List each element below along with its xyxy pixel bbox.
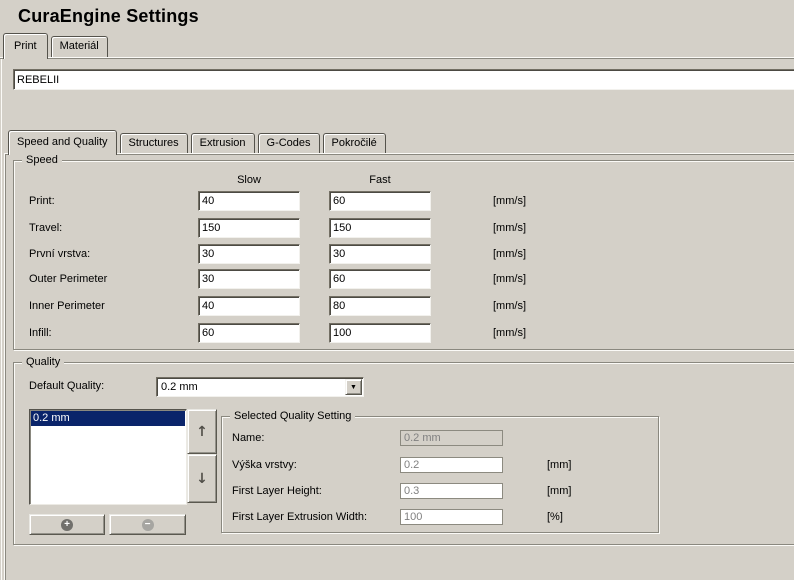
main-tabstrip-edge-shadow	[0, 58, 794, 59]
unit-label: [mm/s]	[493, 296, 526, 316]
move-down-button[interactable]: ↓	[187, 454, 217, 503]
speed-row-print: Print: [mm/s]	[14, 191, 794, 211]
row-label: First Layer Height:	[232, 483, 322, 500]
first-layer-height-input	[400, 483, 503, 499]
dropdown-glyph: ▼	[350, 384, 357, 391]
unit-label: [mm]	[547, 457, 571, 474]
sqs-row-first-layer-height: First Layer Height: [mm]	[222, 483, 658, 500]
combobox-value: 0.2 mm	[161, 378, 198, 396]
first-layer-extrusion-width-input	[400, 509, 503, 525]
row-label: Name:	[232, 430, 264, 447]
quality-groupbox: Quality Default Quality: 0.2 mm ▼ 0.2 mm…	[13, 362, 794, 545]
inner-perimeter-slow-input[interactable]	[198, 296, 300, 316]
speed-row-outer-perimeter: Outer Perimeter [mm/s]	[14, 269, 794, 289]
row-label: Travel:	[29, 218, 62, 238]
row-label: Outer Perimeter	[29, 269, 107, 289]
row-label: První vrstva:	[29, 244, 90, 264]
outer-perimeter-slow-input[interactable]	[198, 269, 300, 289]
add-quality-button[interactable]: +	[29, 514, 105, 535]
remove-quality-button[interactable]: −	[109, 514, 186, 535]
speed-groupbox: Speed Slow Fast Print: [mm/s] Travel: [m…	[13, 160, 794, 350]
main-pane-left-edge	[1, 59, 2, 580]
column-header-fast: Fast	[329, 174, 431, 186]
speed-row-inner-perimeter: Inner Perimeter [mm/s]	[14, 296, 794, 316]
minus-icon: −	[142, 519, 154, 531]
infill-slow-input[interactable]	[198, 323, 300, 343]
quality-name-input	[400, 430, 503, 446]
tab-print[interactable]: Print	[3, 33, 48, 59]
plus-icon: +	[61, 519, 73, 531]
unit-label: [mm/s]	[493, 244, 526, 264]
tab-speed-and-quality[interactable]: Speed and Quality	[8, 130, 117, 155]
unit-label: [mm/s]	[493, 218, 526, 238]
outer-perimeter-fast-input[interactable]	[329, 269, 431, 289]
speed-legend: Speed	[22, 154, 62, 167]
selected-quality-setting-groupbox: Selected Quality Setting Name: Výška vrs…	[221, 416, 659, 533]
speed-row-travel: Travel: [mm/s]	[14, 218, 794, 238]
sqs-row-layer-height: Výška vrstvy: [mm]	[222, 457, 658, 474]
print-fast-input[interactable]	[329, 191, 431, 211]
unit-label: [mm/s]	[493, 269, 526, 289]
unit-label: [%]	[547, 509, 563, 526]
row-label: Inner Perimeter	[29, 296, 105, 316]
list-item-quality[interactable]: 0.2 mm	[31, 411, 185, 426]
print-slow-input[interactable]	[198, 191, 300, 211]
inner-perimeter-fast-input[interactable]	[329, 296, 431, 316]
travel-slow-input[interactable]	[198, 218, 300, 238]
speed-row-first-layer: První vrstva: [mm/s]	[14, 244, 794, 264]
tab-extrusion[interactable]: Extrusion	[191, 133, 255, 153]
tab-gcodes[interactable]: G-Codes	[258, 133, 320, 153]
up-arrow-icon: ↑	[196, 424, 208, 440]
column-header-slow: Slow	[198, 174, 300, 186]
minus-glyph: −	[145, 519, 151, 530]
unit-label: [mm/s]	[493, 191, 526, 211]
default-quality-label: Default Quality:	[29, 380, 104, 392]
first-layer-fast-input[interactable]	[329, 244, 431, 264]
tab-material[interactable]: Materiál	[51, 36, 108, 57]
chevron-down-icon[interactable]: ▼	[345, 379, 362, 395]
row-label: Infill:	[29, 323, 52, 343]
down-arrow-icon: ↓	[196, 471, 208, 487]
printer-name-input[interactable]	[13, 69, 794, 90]
selected-quality-setting-legend: Selected Quality Setting	[230, 410, 355, 423]
row-label: Print:	[29, 191, 55, 211]
travel-fast-input[interactable]	[329, 218, 431, 238]
quality-listbox[interactable]: 0.2 mm	[29, 409, 187, 505]
sqs-row-name: Name:	[222, 430, 658, 447]
settings-tabstrip: Speed and Quality Structures Extrusion G…	[8, 130, 386, 155]
tab-structures[interactable]: Structures	[120, 133, 188, 153]
infill-fast-input[interactable]	[329, 323, 431, 343]
row-label: Výška vrstvy:	[232, 457, 297, 474]
curaengine-settings-window: CuraEngine Settings Print Materiál Speed…	[0, 0, 794, 580]
first-layer-slow-input[interactable]	[198, 244, 300, 264]
quality-legend: Quality	[22, 356, 64, 369]
row-label: First Layer Extrusion Width:	[232, 509, 367, 526]
page-title: CuraEngine Settings	[18, 6, 199, 27]
tab-pokrocile[interactable]: Pokročilé	[323, 133, 386, 153]
sqs-row-first-layer-extrusion-width: First Layer Extrusion Width: [%]	[222, 509, 658, 526]
main-tabstrip: Print Materiál	[3, 33, 108, 59]
plus-glyph: +	[64, 519, 70, 530]
unit-label: [mm/s]	[493, 323, 526, 343]
default-quality-combobox[interactable]: 0.2 mm ▼	[156, 377, 364, 397]
move-up-button[interactable]: ↑	[187, 409, 217, 454]
layer-height-input	[400, 457, 503, 473]
speed-row-infill: Infill: [mm/s]	[14, 323, 794, 343]
unit-label: [mm]	[547, 483, 571, 500]
